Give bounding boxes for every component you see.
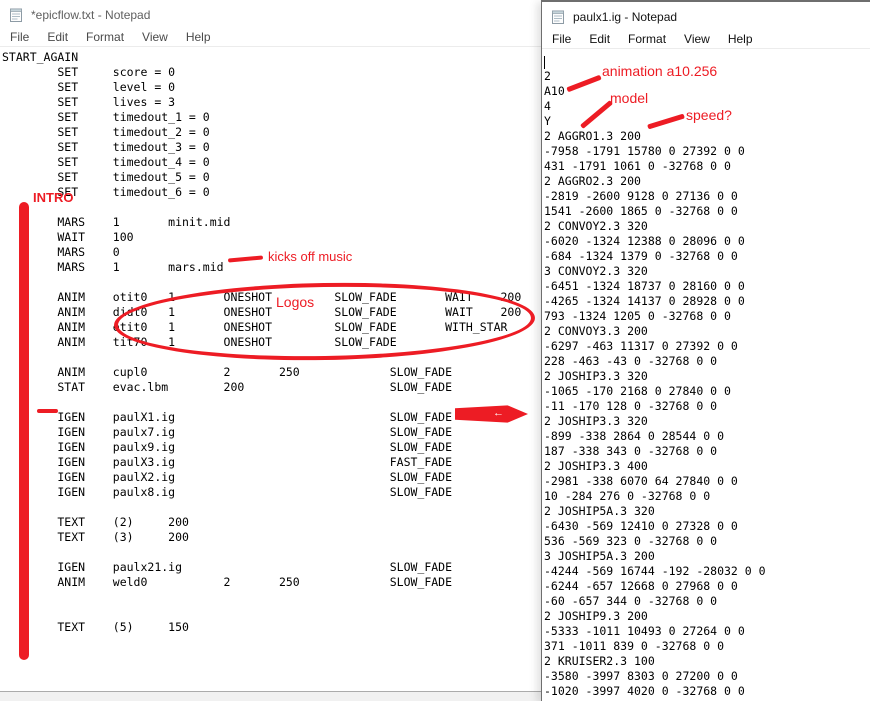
annotation-igen-dash: [37, 409, 58, 413]
window-title: *epicflow.txt - Notepad: [31, 8, 150, 22]
menu-view[interactable]: View: [675, 32, 719, 48]
menu-edit[interactable]: Edit: [38, 30, 77, 46]
annotation-animation-label: animation a10.256: [602, 64, 717, 78]
notepad-icon: [550, 9, 566, 25]
text-editor-paulx1[interactable]: 2 A10 4 Y 2 AGGRO1.3 200 -7958 -1791 157…: [542, 49, 870, 698]
menu-format[interactable]: Format: [619, 32, 675, 48]
annotation-intro-bar: [19, 202, 29, 660]
menu-file[interactable]: File: [1, 30, 38, 46]
annotation-logos-label: Logos: [276, 295, 314, 309]
annotation-speed-label: speed?: [686, 108, 732, 122]
menu-help[interactable]: Help: [719, 32, 762, 48]
text-editor-epicflow[interactable]: START_AGAIN SET score = 0 SET level = 0 …: [0, 47, 541, 674]
annotation-kicks-off-music-label: kicks off music: [268, 250, 352, 264]
menu-view[interactable]: View: [133, 30, 177, 46]
annotation-model-label: model: [610, 91, 648, 105]
titlebar-epicflow[interactable]: *epicflow.txt - Notepad: [0, 0, 541, 30]
left-arrow-icon: ←: [493, 407, 504, 420]
menubar-epicflow: File Edit Format View Help: [0, 30, 541, 47]
menubar-paulx1: File Edit Format View Help: [542, 32, 870, 49]
notepad-window-paulx1: paulx1.ig - Notepad File Edit Format Vie…: [541, 0, 870, 701]
annotation-intro-label: INTRO: [33, 191, 73, 205]
notepad-icon: [8, 7, 24, 23]
text-cursor: [544, 56, 545, 69]
window-title: paulx1.ig - Notepad: [573, 10, 677, 24]
menu-file[interactable]: File: [543, 32, 580, 48]
menu-edit[interactable]: Edit: [580, 32, 619, 48]
titlebar-paulx1[interactable]: paulx1.ig - Notepad: [542, 2, 870, 32]
menu-help[interactable]: Help: [177, 30, 220, 46]
menu-format[interactable]: Format: [77, 30, 133, 46]
